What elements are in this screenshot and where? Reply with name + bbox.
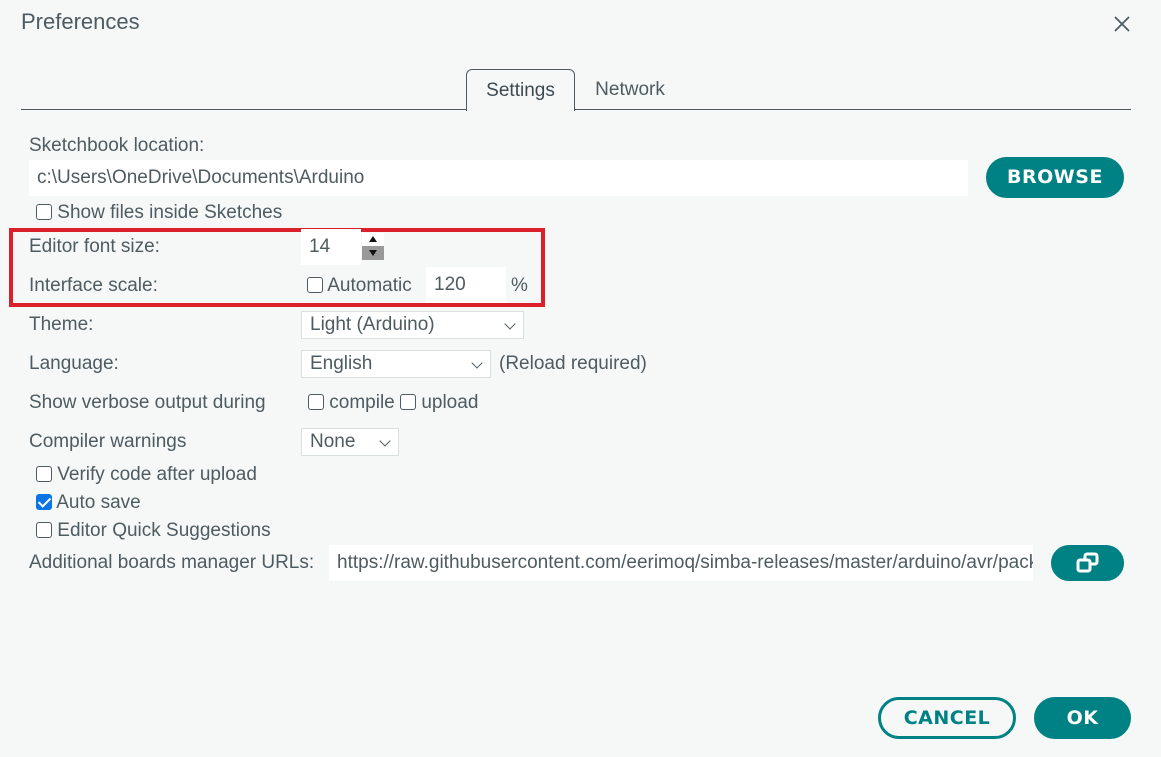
compiler-warnings-select[interactable]: None (301, 428, 399, 456)
reload-required-note: (Reload required) (499, 353, 647, 374)
boards-urls-input[interactable]: https://raw.githubusercontent.com/eerimo… (329, 545, 1033, 581)
dialog-title: Preferences (21, 9, 140, 34)
open-window-icon (1076, 552, 1098, 573)
edit-urls-button[interactable] (1051, 545, 1124, 581)
close-icon (1114, 16, 1130, 32)
auto-save-row: Auto save (36, 492, 141, 514)
compile-label: compile (329, 392, 395, 413)
show-files-checkbox[interactable] (36, 204, 52, 220)
tab-network[interactable]: Network (584, 69, 676, 111)
compiler-warnings-label: Compiler warnings (29, 431, 187, 452)
verify-after-upload-row: Verify code after upload (36, 464, 257, 486)
tab-divider (21, 109, 1131, 110)
interface-scale-label: Interface scale: (29, 275, 158, 296)
quick-suggestions-checkbox[interactable] (36, 522, 52, 538)
automatic-label: Automatic (327, 275, 412, 296)
close-button[interactable] (1110, 12, 1134, 36)
verbose-output-label: Show verbose output during (29, 392, 266, 413)
font-size-stepper (362, 233, 384, 260)
cancel-button[interactable]: CANCEL (878, 697, 1016, 739)
verbose-options: compile upload (308, 392, 478, 414)
tab-settings[interactable]: Settings (466, 69, 575, 111)
stepper-up-icon[interactable] (362, 233, 384, 246)
compile-checkbox[interactable] (308, 394, 324, 410)
sketchbook-location-input[interactable]: c:\Users\OneDrive\Documents\Arduino (29, 160, 968, 196)
interface-scale-input[interactable]: 120 (426, 267, 506, 303)
browse-button[interactable]: BROWSE (986, 157, 1124, 198)
boards-urls-label: Additional boards manager URLs: (29, 552, 315, 573)
quick-suggestions-label: Editor Quick Suggestions (57, 520, 271, 541)
stepper-down-icon[interactable] (362, 246, 384, 260)
compiler-warnings-selected: None (310, 431, 356, 452)
automatic-checkbox[interactable] (307, 277, 323, 293)
verify-after-upload-checkbox[interactable] (36, 466, 52, 482)
verify-after-upload-label: Verify code after upload (57, 464, 257, 485)
quick-suggestions-row: Editor Quick Suggestions (36, 520, 271, 542)
upload-checkbox[interactable] (400, 394, 417, 410)
show-files-label: Show files inside Sketches (57, 202, 283, 223)
language-selected: English (310, 353, 373, 374)
automatic-row: Automatic (307, 275, 412, 297)
auto-save-label: Auto save (56, 492, 141, 513)
theme-selected: Light (Arduino) (310, 314, 435, 335)
theme-select[interactable]: Light (Arduino) (301, 311, 524, 339)
auto-save-checkbox[interactable] (36, 494, 52, 510)
language-label: Language: (29, 353, 119, 374)
chevron-down-icon (504, 318, 516, 330)
chevron-down-icon (379, 435, 391, 447)
show-files-row: Show files inside Sketches (36, 202, 282, 224)
sketchbook-location-label: Sketchbook location: (29, 135, 205, 156)
editor-font-size-label: Editor font size: (29, 236, 160, 257)
percent-unit: % (511, 275, 528, 296)
editor-font-size-input[interactable]: 14 (301, 229, 361, 265)
upload-label: upload (421, 392, 479, 413)
ok-button[interactable]: OK (1034, 697, 1131, 739)
theme-label: Theme: (29, 314, 94, 335)
chevron-down-icon (471, 357, 483, 369)
language-select[interactable]: English (301, 350, 491, 378)
